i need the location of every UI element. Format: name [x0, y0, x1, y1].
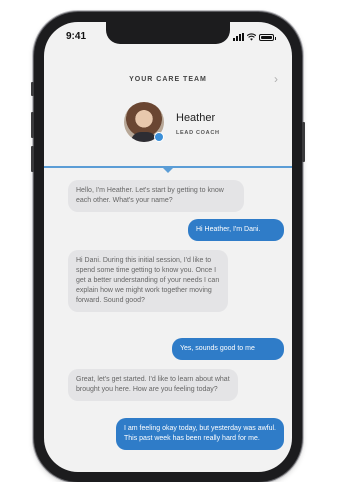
message-outgoing: Yes, sounds good to me	[172, 338, 284, 360]
mute-switch	[31, 82, 34, 96]
volume-down-button	[31, 146, 34, 172]
status-icons	[233, 32, 276, 41]
message-incoming: Hi Dani. During this initial session, I'…	[68, 250, 228, 312]
page-title: YOUR CARE TEAM	[129, 76, 207, 83]
signal-icon	[233, 33, 244, 41]
message-outgoing: I am feeling okay today, but yesterday w…	[116, 418, 284, 450]
divider-pointer	[163, 168, 173, 173]
verified-badge-icon	[154, 132, 164, 142]
battery-icon	[259, 34, 276, 41]
coach-card[interactable]: Heather LEAD COACH	[124, 102, 264, 152]
volume-up-button	[31, 112, 34, 138]
coach-name: Heather	[176, 112, 216, 124]
coach-role: LEAD COACH	[176, 130, 220, 136]
phone-frame: 9:41 YOUR CARE TEAM › Heather LEAD COACH	[31, 12, 305, 482]
message-incoming: Great, let's get started. I'd like to le…	[68, 369, 238, 401]
power-button	[302, 122, 305, 162]
message-incoming: Hello, I'm Heather. Let's start by getti…	[68, 180, 244, 212]
notch	[106, 22, 230, 44]
message-outgoing: Hi Heather, I'm Dani.	[188, 219, 284, 241]
screen: 9:41 YOUR CARE TEAM › Heather LEAD COACH	[44, 22, 292, 472]
chevron-right-icon[interactable]: ›	[274, 72, 278, 86]
status-time: 9:41	[66, 31, 87, 42]
wifi-icon	[247, 33, 256, 41]
